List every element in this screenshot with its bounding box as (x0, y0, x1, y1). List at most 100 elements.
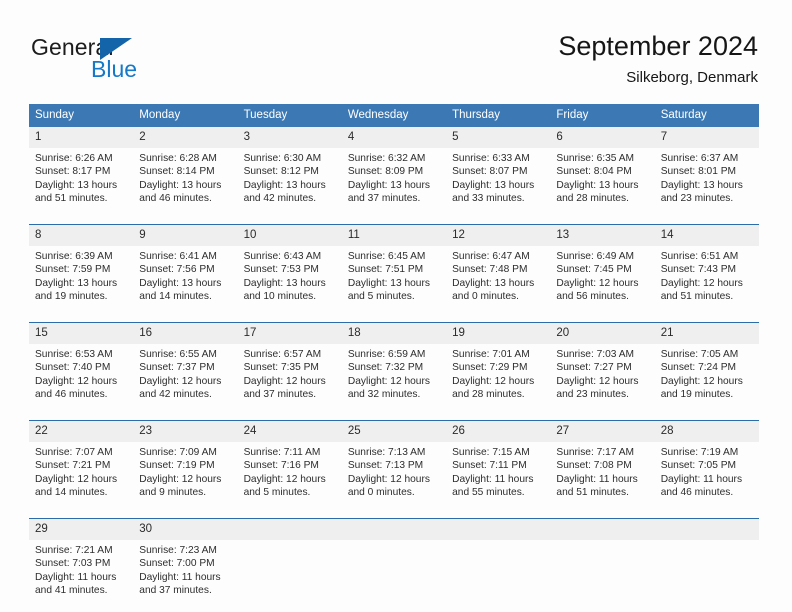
calendar-week-row: 15 Sunrise: 6:53 AM Sunset: 7:40 PM Dayligh… (29, 322, 759, 421)
daylight-duration-line2: and 23 minutes. (660, 193, 734, 205)
calendar-day-cell[interactable]: 26 Sunrise: 7:15 AM Sunset: 7:11 PM Dayligh… (446, 420, 551, 519)
calendar-day-cell[interactable]: 13 Sunrise: 6:49 AM Sunset: 7:45 PM Dayligh… (550, 224, 655, 323)
day-sun-info: Sunrise: 7:17 AM Sunset: 7:08 PM Daylight:… (550, 442, 654, 518)
day-number: 24 (237, 421, 342, 442)
daylight-duration-line2: and 10 minutes. (243, 291, 317, 303)
sunset-time: Sunset: 7:13 PM (347, 460, 424, 472)
sunset-time: Sunset: 7:40 PM (35, 362, 111, 374)
sunrise-time: Sunrise: 6:30 AM (243, 153, 322, 164)
day-sun-info: Sunrise: 6:26 AM Sunset: 8:17 PM Daylight:… (29, 148, 133, 224)
daylight-duration-line2: and 33 minutes. (452, 193, 525, 205)
calendar-day-cell[interactable]: 23 Sunrise: 7:09 AM Sunset: 7:19 PM Dayligh… (133, 420, 238, 519)
day-number: 21 (654, 323, 759, 344)
calendar-day-cell[interactable]: 16 Sunrise: 6:55 AM Sunset: 7:37 PM Dayligh… (133, 322, 238, 421)
title-block: September 2024 Silkeborg, Denmark (558, 30, 758, 88)
daylight-duration-line2: and 42 minutes. (243, 193, 317, 205)
daylight-duration-line1: Daylight: 12 hours (556, 277, 639, 289)
day-sun-info: Sunrise: 6:57 AM Sunset: 7:35 PM Daylight:… (238, 344, 342, 420)
day-sun-info: Sunrise: 6:32 AM Sunset: 8:09 PM Daylight:… (342, 148, 446, 224)
calendar-day-cell[interactable]: 5 Sunrise: 6:33 AM Sunset: 8:07 PM Daylight… (446, 127, 551, 225)
calendar-day-cell[interactable]: 20 Sunrise: 7:03 AM Sunset: 7:27 PM Dayligh… (550, 322, 655, 421)
day-number: 26 (446, 421, 551, 442)
day-sun-info: Sunrise: 6:30 AM Sunset: 8:12 PM Daylight:… (238, 148, 342, 224)
day-number: 23 (133, 421, 238, 442)
calendar-day-cell[interactable]: 21 Sunrise: 7:05 AM Sunset: 7:24 PM Dayligh… (654, 322, 759, 421)
calendar-week-row: 1 Sunrise: 6:26 AM Sunset: 8:17 PM Daylight… (29, 127, 759, 225)
calendar-day-cell[interactable]: 8 Sunrise: 6:39 AM Sunset: 7:59 PM Daylight… (29, 224, 134, 323)
sunrise-time: Sunrise: 6:39 AM (35, 251, 113, 262)
sunset-time: Sunset: 8:14 PM (139, 166, 215, 178)
calendar-day-cell[interactable]: 28 Sunrise: 7:19 AM Sunset: 7:05 PM Dayligh… (654, 420, 759, 519)
calendar-day-cell[interactable]: 24 Sunrise: 7:11 AM Sunset: 7:16 PM Dayligh… (237, 420, 342, 519)
calendar-day-cell[interactable]: 12 Sunrise: 6:47 AM Sunset: 7:48 PM Dayligh… (446, 224, 551, 323)
daylight-duration-line2: and 46 minutes. (660, 487, 734, 499)
day-number: 11 (341, 225, 447, 246)
sunrise-time: Sunrise: 6:55 AM (139, 349, 217, 360)
calendar-day-cell[interactable]: 14 Sunrise: 6:51 AM Sunset: 7:43 PM Dayligh… (654, 224, 759, 323)
day-number (550, 519, 655, 540)
day-number: 4 (341, 127, 447, 148)
calendar-day-cell[interactable]: 1 Sunrise: 6:26 AM Sunset: 8:17 PM Daylight… (29, 127, 134, 225)
sunrise-time: Sunrise: 6:35 AM (556, 153, 634, 164)
day-sun-info: Sunrise: 7:15 AM Sunset: 7:11 PM Daylight:… (446, 442, 550, 518)
calendar-day-cell[interactable]: 19 Sunrise: 7:01 AM Sunset: 7:29 PM Dayligh… (446, 322, 551, 421)
day-sun-info: Sunrise: 6:37 AM Sunset: 8:01 PM Daylight:… (655, 148, 759, 224)
daylight-duration-line2: and 55 minutes. (452, 487, 525, 499)
sunset-time: Sunset: 7:32 PM (347, 362, 424, 374)
weekday-header-sunday: Sunday (29, 104, 134, 127)
sunset-time: Sunset: 7:24 PM (660, 362, 737, 374)
daylight-duration-line2: and 42 minutes. (139, 389, 212, 401)
sunrise-time: Sunrise: 6:57 AM (243, 349, 322, 360)
calendar-day-cell[interactable]: 7 Sunrise: 6:37 AM Sunset: 8:01 PM Daylight… (654, 127, 759, 225)
calendar-day-cell[interactable]: 30 Sunrise: 7:23 AM Sunset: 7:00 PM Dayligh… (133, 518, 238, 612)
general-blue-logo[interactable]: General Blue (31, 34, 211, 86)
day-number: 9 (133, 225, 238, 246)
daylight-duration-line1: Daylight: 13 hours (347, 179, 430, 191)
calendar-day-cell[interactable]: 9 Sunrise: 6:41 AM Sunset: 7:56 PM Daylight… (133, 224, 238, 323)
calendar-day-cell[interactable]: 15 Sunrise: 6:53 AM Sunset: 7:40 PM Dayligh… (29, 322, 134, 421)
day-number: 18 (341, 323, 447, 344)
day-number: 8 (29, 225, 134, 246)
sunrise-time: Sunrise: 7:11 AM (243, 447, 321, 458)
day-number: 16 (133, 323, 238, 344)
daylight-duration-line2: and 19 minutes. (660, 389, 734, 401)
daylight-duration-line1: Daylight: 12 hours (243, 375, 326, 387)
calendar-day-cell[interactable]: 22 Sunrise: 7:07 AM Sunset: 7:21 PM Dayligh… (29, 420, 134, 519)
day-sun-info: Sunrise: 6:45 AM Sunset: 7:51 PM Daylight:… (342, 246, 446, 322)
calendar-day-cell[interactable]: 25 Sunrise: 7:13 AM Sunset: 7:13 PM Dayligh… (341, 420, 447, 519)
day-sun-info: Sunrise: 6:41 AM Sunset: 7:56 PM Daylight:… (133, 246, 237, 322)
day-number: 12 (446, 225, 551, 246)
sunset-time: Sunset: 7:00 PM (139, 558, 215, 570)
day-sun-info (238, 540, 342, 612)
daylight-duration-line1: Daylight: 13 hours (660, 179, 743, 191)
day-sun-info: Sunrise: 7:11 AM Sunset: 7:16 PM Daylight:… (238, 442, 342, 518)
daylight-duration-line2: and 14 minutes. (35, 487, 108, 499)
sunrise-time: Sunrise: 7:01 AM (452, 349, 530, 360)
calendar-day-cell[interactable]: 6 Sunrise: 6:35 AM Sunset: 8:04 PM Daylight… (550, 127, 655, 225)
daylight-duration-line1: Daylight: 13 hours (35, 277, 118, 289)
calendar-day-cell[interactable]: 11 Sunrise: 6:45 AM Sunset: 7:51 PM Dayligh… (341, 224, 447, 323)
calendar-day-cell[interactable]: 2 Sunrise: 6:28 AM Sunset: 8:14 PM Daylight… (133, 127, 238, 225)
weekday-header-saturday: Saturday (654, 104, 759, 127)
calendar-day-cell[interactable]: 10 Sunrise: 6:43 AM Sunset: 7:53 PM Dayligh… (237, 224, 342, 323)
daylight-duration-line2: and 37 minutes. (243, 389, 317, 401)
daylight-duration-line2: and 46 minutes. (35, 389, 108, 401)
sunrise-time: Sunrise: 6:53 AM (35, 349, 113, 360)
sunrise-time: Sunrise: 7:13 AM (347, 447, 426, 458)
calendar-day-cell[interactable]: 4 Sunrise: 6:32 AM Sunset: 8:09 PM Daylight… (341, 127, 447, 225)
daylight-duration-line1: Daylight: 12 hours (139, 375, 222, 387)
day-sun-info: Sunrise: 6:53 AM Sunset: 7:40 PM Daylight:… (29, 344, 133, 420)
sunset-time: Sunset: 7:19 PM (139, 460, 215, 472)
daylight-duration-line2: and 23 minutes. (556, 389, 629, 401)
calendar-day-cell[interactable]: 17 Sunrise: 6:57 AM Sunset: 7:35 PM Dayligh… (237, 322, 342, 421)
calendar-page: General Blue September 2024 Silkeborg, D… (0, 0, 792, 612)
daylight-duration-line1: Daylight: 12 hours (243, 473, 326, 485)
calendar-day-cell[interactable]: 27 Sunrise: 7:17 AM Sunset: 7:08 PM Dayligh… (550, 420, 655, 519)
sunset-time: Sunset: 7:35 PM (243, 362, 319, 374)
calendar-day-cell[interactable]: 18 Sunrise: 6:59 AM Sunset: 7:32 PM Dayligh… (341, 322, 447, 421)
sunset-time: Sunset: 8:01 PM (660, 166, 737, 178)
calendar-day-cell[interactable]: 29 Sunrise: 7:21 AM Sunset: 7:03 PM Dayligh… (29, 518, 134, 612)
calendar-day-cell[interactable]: 3 Sunrise: 6:30 AM Sunset: 8:12 PM Daylight… (237, 127, 342, 225)
day-sun-info: Sunrise: 6:39 AM Sunset: 7:59 PM Daylight:… (29, 246, 133, 322)
daylight-duration-line1: Daylight: 11 hours (660, 473, 743, 485)
